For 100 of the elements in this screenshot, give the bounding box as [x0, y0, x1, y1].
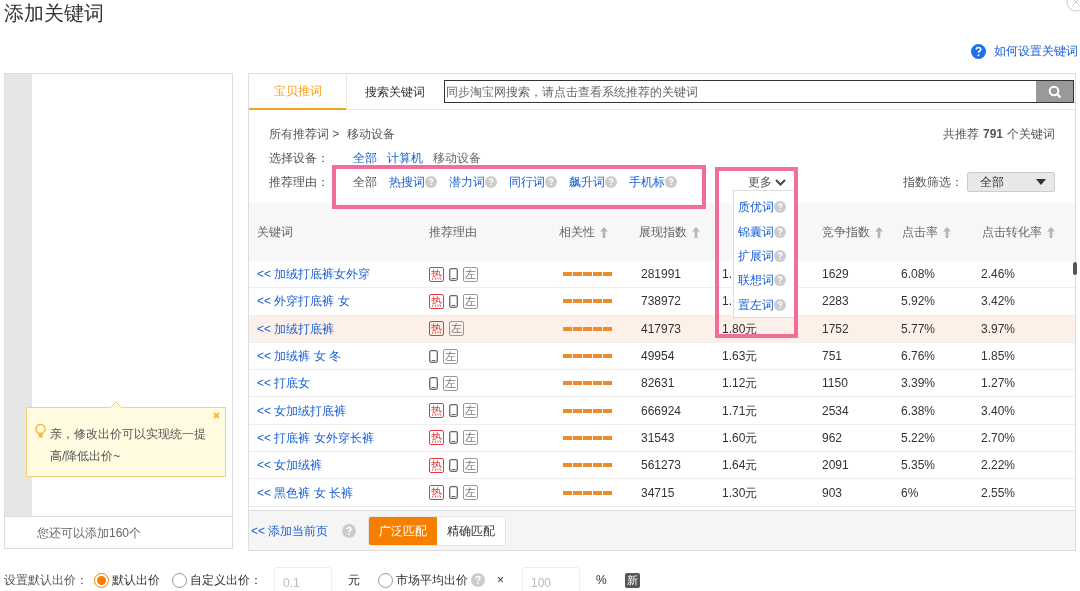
total-label: 共推荐	[942, 126, 979, 143]
phone-icon	[449, 404, 458, 418]
hot-tag: 热	[429, 457, 444, 473]
keyword-link[interactable]: << 加绒打底裤	[257, 321, 335, 336]
left-tag: 左	[463, 485, 478, 500]
bid-input[interactable]: 0.1	[274, 567, 332, 591]
index-filter-select[interactable]: 全部	[967, 172, 1055, 192]
sort-up-icon[interactable]	[1047, 226, 1055, 238]
competition-cell: 903	[822, 485, 843, 500]
conversion-cell: 1.85%	[981, 349, 1016, 364]
bid-input[interactable]: 100	[522, 567, 580, 591]
keyword-link[interactable]: << 黑色裤 女 长裤	[257, 485, 354, 500]
breadcrumb-link[interactable]: 所有推荐词 >	[269, 125, 340, 143]
help-icon	[342, 523, 357, 538]
sort-up-icon[interactable]	[875, 226, 883, 238]
competition-cell: 751	[822, 349, 843, 364]
bid-cell: 1.80元	[722, 321, 758, 336]
keyword-link[interactable]: << 女加绒打底裤	[257, 403, 347, 418]
column-header[interactable]: 点击率	[902, 223, 938, 241]
ctr-cell: 6.76%	[901, 349, 936, 364]
bid-cell: 1.12元	[722, 376, 758, 391]
reason-option[interactable]: 手机标	[629, 173, 665, 191]
sort-up-icon[interactable]	[943, 226, 951, 238]
reason-option[interactable]: 飙升词	[569, 173, 605, 191]
left-tag: 左	[443, 375, 458, 391]
column-header[interactable]: 展现指数	[639, 223, 687, 241]
keyword-link[interactable]: << 加绒裤 女 冬	[257, 349, 342, 364]
reason-option[interactable]: 热搜词	[389, 173, 425, 191]
table-row[interactable]: << 加绒打底裤 热 左 417973 1.80元 1752 5.77% 3.97%	[249, 315, 1075, 343]
column-header[interactable]: 竞争指数	[822, 223, 870, 241]
sort-up-icon[interactable]	[692, 226, 700, 238]
bid-cell: 1.60元	[722, 430, 758, 445]
index-filter-label: 指数筛选：	[903, 174, 963, 191]
tab[interactable]: 搜索关键词	[346, 73, 443, 110]
close-icon[interactable]	[213, 412, 220, 419]
ctr-cell: 6.38%	[901, 403, 936, 418]
column-header[interactable]: 相关性	[559, 223, 595, 241]
impressions-cell: 49954	[641, 349, 675, 364]
phone-icon	[449, 431, 458, 445]
left-tag: 左	[463, 266, 478, 282]
conversion-cell: 2.22%	[981, 458, 1016, 473]
radio-label[interactable]: 默认出价	[112, 571, 160, 589]
keyword-link[interactable]: << 加绒打底裤女外穿	[257, 267, 371, 282]
ctr-cell: 6.08%	[901, 267, 936, 282]
left-tag: 左	[463, 457, 478, 473]
scrollbar-thumb[interactable]	[1073, 262, 1077, 275]
radio-label[interactable]: 市场平均出价	[396, 571, 468, 589]
device-option[interactable]: 计算机	[387, 149, 423, 167]
ctr-cell: 6%	[901, 485, 919, 500]
dropdown-item[interactable]: 锦囊词	[738, 222, 774, 241]
conversion-cell: 2.55%	[981, 485, 1016, 500]
column-header[interactable]: 点击转化率	[982, 223, 1042, 241]
left-tag: 左	[463, 293, 478, 309]
total-count: 791	[982, 126, 1003, 143]
help-link[interactable]: 如何设置关键词	[994, 44, 1078, 59]
impressions-cell: 34715	[641, 485, 675, 500]
reason-option[interactable]: 全部	[353, 173, 377, 191]
help-icon	[774, 250, 786, 262]
dialog-title: 添加关键词	[3, 1, 104, 26]
bid-cell: 1.71元	[722, 403, 758, 418]
conversion-cell: 3.42%	[981, 294, 1016, 309]
ctr-cell: 5.77%	[901, 321, 936, 336]
left-tag: 左	[449, 321, 464, 337]
reason-option[interactable]: 同行词	[509, 173, 545, 191]
unit-text: ×	[497, 572, 504, 589]
ctr-cell: 5.92%	[901, 294, 936, 309]
conversion-cell: 1.27%	[981, 376, 1016, 391]
conversion-cell: 2.46%	[981, 267, 1016, 282]
reason-option[interactable]: 潜力词	[449, 173, 485, 191]
competition-cell: 962	[822, 430, 843, 445]
column-header: 关键词	[257, 224, 293, 241]
help-icon	[774, 225, 786, 238]
keyword-link[interactable]: << 打底女	[257, 376, 311, 391]
dropdown-item[interactable]: 置左词	[738, 295, 774, 314]
match-button[interactable]: 精确匹配	[437, 516, 506, 545]
phone-icon	[429, 376, 438, 390]
breadcrumb-current: 移动设备	[347, 126, 396, 143]
conversion-cell: 3.40%	[981, 403, 1016, 418]
device-option[interactable]: 全部	[353, 149, 377, 167]
competition-cell: 1752	[822, 321, 849, 336]
hot-tag: 热	[429, 430, 444, 446]
sort-up-icon[interactable]	[600, 226, 608, 238]
competition-cell: 1629	[822, 267, 849, 282]
hot-tag: 热	[429, 321, 444, 337]
left-tag: 左	[463, 430, 478, 446]
bid-cell: 1.	[722, 294, 732, 309]
more-button[interactable]: 更多	[748, 173, 786, 191]
help-icon	[774, 201, 786, 214]
keyword-link[interactable]: << 女加绒裤	[257, 458, 323, 473]
device-option[interactable]: 移动设备	[433, 149, 481, 167]
radio-label[interactable]: 自定义出价：	[190, 571, 262, 589]
new-badge: 新	[624, 572, 640, 588]
dropdown-item[interactable]: 质优词	[738, 198, 774, 217]
dropdown-item[interactable]: 联想词	[738, 271, 774, 290]
add-page-link[interactable]: << 添加当前页	[249, 521, 329, 540]
hot-tag: 热	[429, 266, 444, 282]
competition-cell: 2091	[822, 458, 849, 473]
keyword-link[interactable]: << 外穿打底裤 女	[257, 294, 350, 309]
ctr-cell: 5.35%	[901, 458, 936, 473]
keyword-link[interactable]: << 打底裤 女外穿长裤	[257, 430, 374, 445]
